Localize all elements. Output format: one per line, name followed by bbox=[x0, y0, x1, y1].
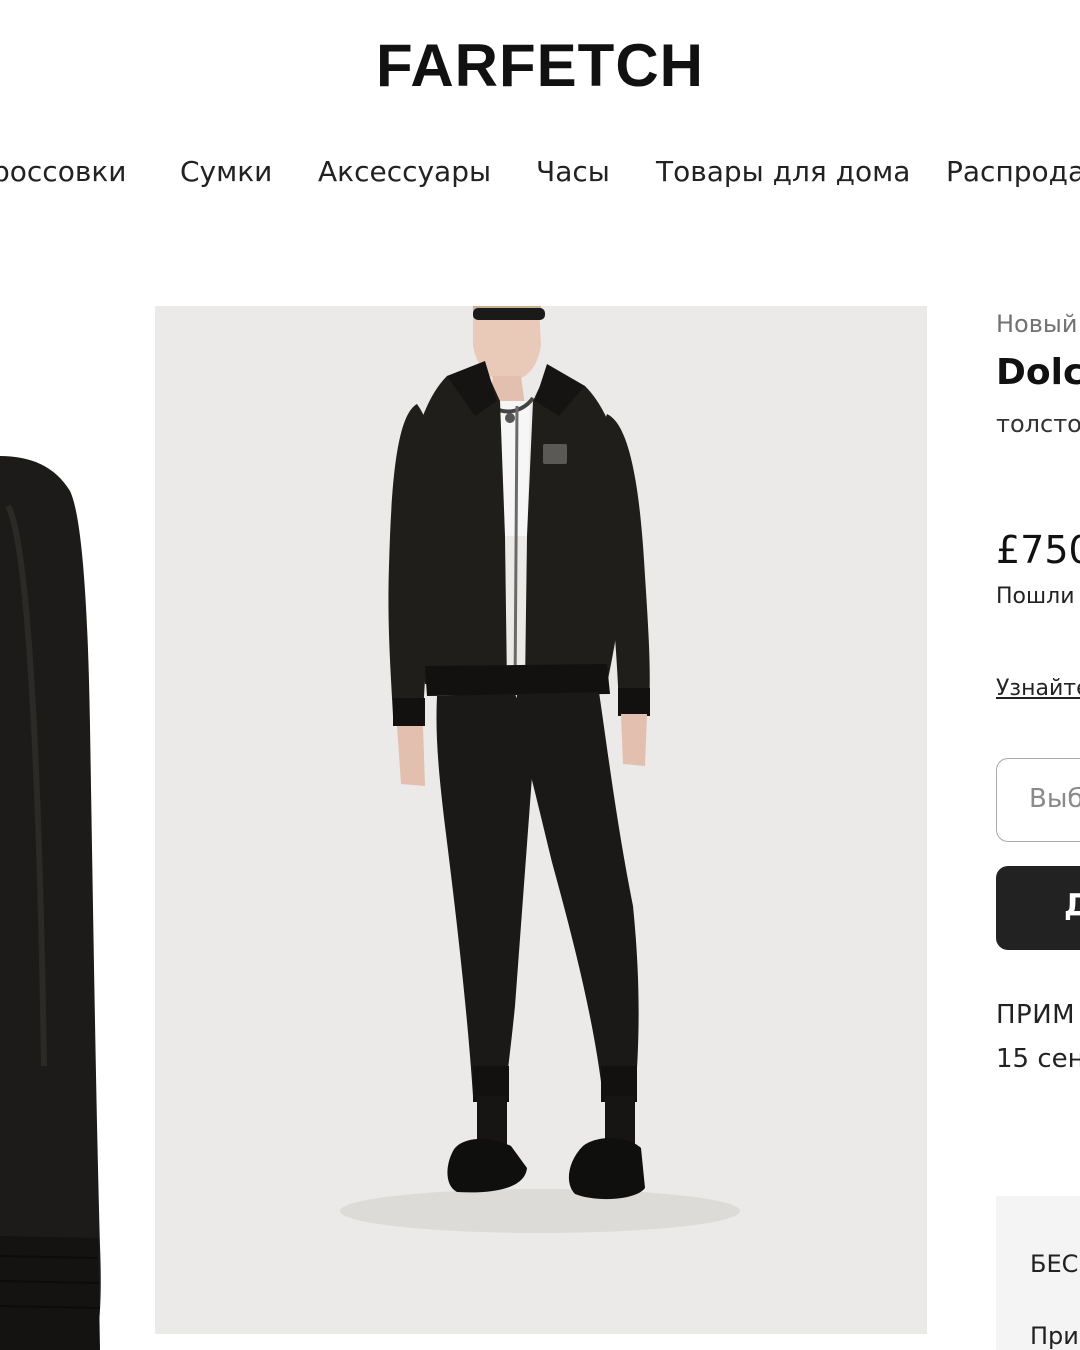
size-select[interactable]: Выб bbox=[996, 758, 1080, 842]
size-select-placeholder: Выб bbox=[1029, 784, 1080, 814]
nav-item-bags[interactable]: Сумки bbox=[180, 150, 272, 194]
nav-item-accessories[interactable]: Аксессуары bbox=[318, 150, 491, 194]
new-badge: Новый bbox=[996, 310, 1078, 338]
nav-item-home[interactable]: Товары для дома bbox=[656, 150, 910, 194]
category-nav: россовки Сумки Аксессуары Часы Товары дл… bbox=[0, 150, 1080, 194]
add-to-bag-label: Д bbox=[1064, 888, 1080, 923]
nav-item-watches[interactable]: Часы bbox=[536, 150, 610, 194]
product-page: FARFETCH россовки Сумки Аксессуары Часы … bbox=[0, 0, 1080, 1350]
free-delivery-box: БЕС При bbox=[996, 1196, 1080, 1350]
sunglasses-icon bbox=[473, 308, 545, 320]
farfetch-logo[interactable]: FARFETCH bbox=[0, 34, 1080, 98]
nav-item-sale[interactable]: Распрода bbox=[946, 150, 1080, 194]
duties-note: Пошли bbox=[996, 584, 1075, 609]
promo-text: При bbox=[1030, 1322, 1079, 1350]
delivery-estimate-title: ПРИМ bbox=[996, 1000, 1076, 1030]
brand-name[interactable]: Dolc bbox=[996, 352, 1080, 393]
model-in-tracksuit-image bbox=[340, 306, 740, 1233]
main-product-image[interactable] bbox=[155, 306, 927, 1334]
nav-item-sneakers[interactable]: россовки bbox=[0, 150, 126, 194]
jacket-detail-image bbox=[0, 456, 101, 1350]
product-info-panel: Новый Dolc толсто £750 Пошли Узнайте Выб… bbox=[996, 306, 1080, 1350]
gallery-thumbnail-jacket[interactable] bbox=[0, 306, 140, 1350]
promo-title: БЕС bbox=[1030, 1250, 1079, 1278]
product-price: £750 bbox=[996, 528, 1080, 572]
delivery-estimate-date: 15 сен bbox=[996, 1044, 1080, 1074]
add-to-bag-button[interactable]: Д bbox=[996, 866, 1080, 950]
learn-more-link[interactable]: Узнайте bbox=[996, 676, 1080, 701]
product-description: толсто bbox=[996, 410, 1080, 438]
